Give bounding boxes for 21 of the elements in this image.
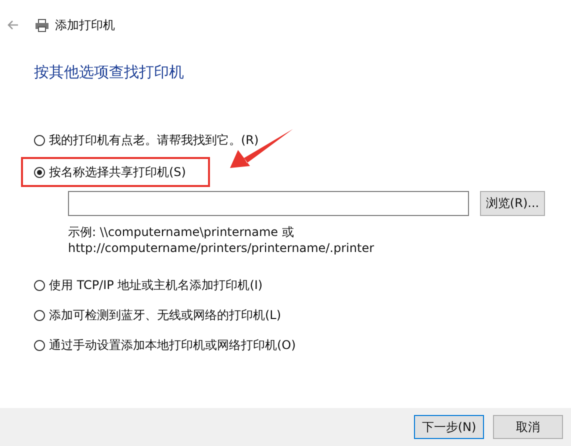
page-heading: 按其他选项查找打印机 <box>34 63 185 82</box>
browse-button[interactable]: 浏览(R)... <box>480 191 545 216</box>
radio-button[interactable] <box>34 340 45 350</box>
radio-option[interactable]: 按名称选择共享打印机(S) <box>34 157 186 187</box>
annotation-arrow <box>228 128 294 170</box>
dialog-button[interactable]: 下一步(N) <box>414 415 484 439</box>
radio-option[interactable]: 添加可检测到蓝牙、无线或网络的打印机(L) <box>34 300 571 330</box>
back-arrow-icon[interactable] <box>7 20 19 30</box>
radio-option[interactable]: 使用 TCP/IP 地址或主机名添加打印机(I) <box>34 270 571 300</box>
dialog-button[interactable]: 取消 <box>493 415 563 439</box>
window-title: 添加打印机 <box>55 16 115 34</box>
radio-option[interactable]: 通过手动设置添加本地打印机或网络打印机(O) <box>34 330 571 360</box>
example-text: 示例: \\computername\printername 或 <box>68 224 295 240</box>
radio-button[interactable] <box>34 134 45 146</box>
printer-icon <box>35 18 49 32</box>
example-text: http://computername/printers/printername/.printer <box>68 240 376 256</box>
radio-button[interactable] <box>34 280 45 290</box>
radio-button[interactable] <box>34 166 45 178</box>
radio-button[interactable] <box>34 310 45 320</box>
printer-name-field[interactable] <box>68 191 469 216</box>
radio-option[interactable]: 我的打印机有点老。请帮我找到它。(R) <box>34 125 571 155</box>
